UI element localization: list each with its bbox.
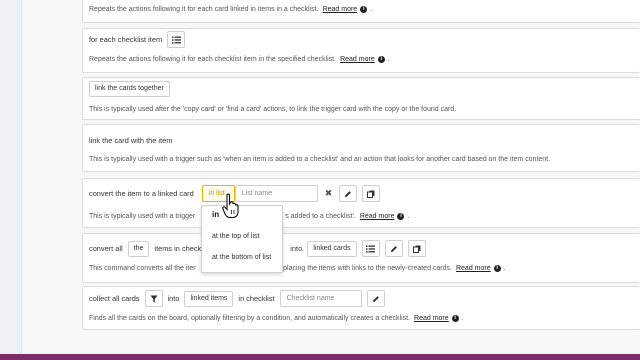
dropdown-option-top[interactable]: at the top of list	[212, 233, 259, 241]
read-more-link[interactable]: Read more	[340, 56, 375, 63]
pencil-icon[interactable]	[384, 240, 403, 257]
into-label: into	[167, 294, 180, 303]
action-panel-convert-all-items: convert all the items in checklist into …	[82, 233, 640, 283]
list-position-dropdown: in at the top of list at the bottom of l…	[201, 205, 283, 273]
bottom-accent-bar	[0, 354, 640, 360]
action-panel-for-each-checklist-item: for each checklist item Repeats the acti…	[82, 28, 640, 73]
linked-cards-select[interactable]: linked cards	[307, 240, 357, 257]
action-description: Repeats the actions following it for eac…	[89, 6, 319, 13]
list-icon[interactable]	[361, 240, 380, 257]
action-description: Finds all the cards on the board, option…	[89, 315, 411, 322]
list-icon[interactable]	[167, 31, 186, 48]
read-more-link[interactable]: Read more	[360, 213, 395, 220]
link-cards-together-button[interactable]: link the cards together	[89, 81, 170, 97]
action-panel-link-cards-together: link the cards together This is typicall…	[82, 77, 640, 120]
in-checklist-label: in checklist	[238, 294, 275, 303]
action-panel-link-card-with-item: link the card with the item This is typi…	[82, 124, 640, 172]
left-sidebar-strip	[0, 0, 22, 354]
action-description: This is typically used with a trigger su…	[89, 156, 551, 163]
action-panel-for-each-linked-card: Repeats the actions following it for eac…	[82, 0, 640, 23]
the-select[interactable]: the	[127, 240, 150, 257]
action-title: link the card with the item	[89, 136, 173, 145]
action-description-start: This command converts all the iter	[89, 265, 196, 272]
checklist-name-input[interactable]: Checklist name	[279, 290, 362, 307]
clear-icon[interactable]: ✖	[325, 188, 333, 199]
action-description: Repeats the actions following it for eac…	[89, 56, 337, 63]
info-icon: i	[397, 213, 405, 220]
action-description-end: s added to a checklist'.	[285, 213, 356, 220]
pencil-icon[interactable]	[366, 290, 385, 307]
info-icon: i	[493, 265, 501, 272]
dropdown-option-bottom[interactable]: at the bottom of list	[212, 254, 278, 262]
pencil-icon[interactable]	[339, 185, 358, 202]
collect-all-cards-label: collect all cards	[89, 294, 140, 303]
read-more-link[interactable]: Read more	[323, 6, 358, 13]
dropdown-option-in[interactable]: in	[212, 211, 219, 219]
action-title: for each checklist item	[89, 35, 163, 44]
action-title: convert the item to a linked card	[89, 189, 194, 198]
info-icon: i	[360, 6, 368, 13]
action-description: This is typically used after the 'copy c…	[89, 106, 457, 113]
action-description-end: ds, replacing the items with links to th…	[265, 265, 452, 272]
linked-items-select[interactable]: linked items	[184, 290, 234, 307]
read-more-link[interactable]: Read more	[414, 315, 449, 322]
action-panel-collect-all-cards: collect all cards into linked items in c…	[82, 286, 640, 330]
hand-cursor-icon	[222, 193, 239, 219]
list-name-input[interactable]: List name	[234, 185, 318, 202]
info-icon: i	[377, 56, 385, 63]
copy-icon[interactable]	[362, 185, 381, 202]
action-panel-convert-item-to-linked-card: convert the item to a linked card in lis…	[82, 178, 640, 228]
convert-all-label: convert all	[89, 244, 123, 253]
read-more-link[interactable]: Read more	[456, 265, 491, 272]
filter-icon[interactable]	[144, 290, 163, 307]
copy-icon[interactable]	[407, 240, 426, 257]
action-description-start: This is typically used with a trigger	[89, 213, 196, 220]
info-icon: i	[451, 315, 459, 322]
into-label: into	[290, 244, 303, 253]
